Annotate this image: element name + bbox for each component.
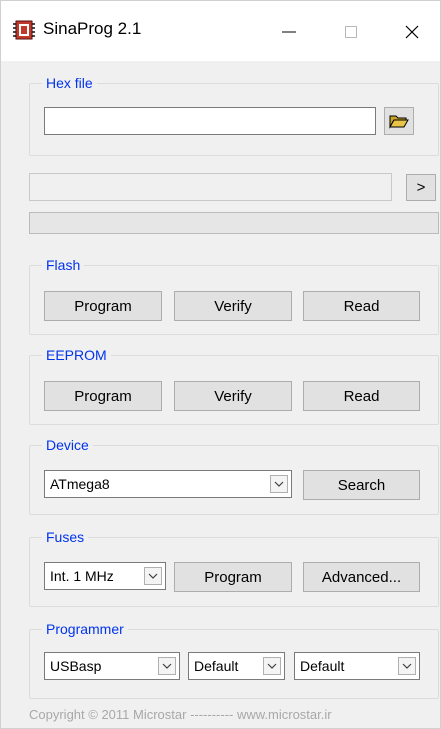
port-select[interactable]: Default [188, 652, 285, 680]
chip-icon [13, 20, 35, 40]
programmer-group: Programmer USBasp Default Default [29, 620, 439, 699]
fuses-clock-value: Int. 1 MHz [50, 568, 114, 584]
eeprom-group: EEPROM Program Verify Read [29, 346, 439, 425]
maximize-button[interactable] [328, 9, 374, 55]
command-input[interactable] [29, 173, 392, 201]
chevron-down-icon[interactable] [144, 567, 162, 585]
programmer-legend: Programmer [42, 620, 128, 638]
title-bar[interactable]: SinaProg 2.1 [1, 1, 440, 61]
flash-verify-button[interactable]: Verify [174, 291, 292, 321]
fuses-program-button[interactable]: Program [174, 562, 292, 592]
flash-read-button[interactable]: Read [303, 291, 420, 321]
device-search-button[interactable]: Search [303, 470, 420, 500]
eeprom-read-button[interactable]: Read [303, 381, 420, 411]
chevron-down-icon[interactable] [263, 657, 281, 675]
flash-group: Flash Program Verify Read [29, 256, 439, 335]
device-select-value: ATmega8 [50, 476, 110, 492]
minimize-button[interactable] [266, 9, 312, 55]
progress-bar [29, 212, 439, 234]
browse-button[interactable] [384, 107, 414, 135]
close-icon [405, 25, 419, 39]
chevron-down-icon[interactable] [158, 657, 176, 675]
speed-select-value: Default [300, 658, 345, 674]
fuses-advanced-button[interactable]: Advanced... [303, 562, 420, 592]
device-group: Device ATmega8 Search [29, 436, 439, 515]
chevron-down-icon[interactable] [270, 475, 288, 493]
eeprom-verify-button[interactable]: Verify [174, 381, 292, 411]
copyright-footer: Copyright © 2011 Microstar ---------- ww… [29, 707, 332, 722]
device-legend: Device [42, 436, 93, 454]
hex-file-path-input[interactable] [44, 107, 376, 135]
fuses-clock-select[interactable]: Int. 1 MHz [44, 562, 166, 590]
programmer-select[interactable]: USBasp [44, 652, 180, 680]
fuses-legend: Fuses [42, 528, 89, 546]
programmer-select-value: USBasp [50, 658, 102, 674]
speed-select[interactable]: Default [294, 652, 420, 680]
eeprom-legend: EEPROM [42, 346, 111, 364]
hex-file-legend: Hex file [42, 74, 97, 92]
flash-legend: Flash [42, 256, 85, 274]
fuses-group: Fuses Int. 1 MHz Program Advanced... [29, 528, 439, 607]
hex-file-group: Hex file [29, 74, 439, 156]
eeprom-program-button[interactable]: Program [44, 381, 162, 411]
close-button[interactable] [389, 9, 435, 55]
flash-program-button[interactable]: Program [44, 291, 162, 321]
port-select-value: Default [194, 658, 239, 674]
chevron-down-icon[interactable] [398, 657, 416, 675]
maximize-icon [345, 26, 357, 38]
folder-open-icon [389, 115, 409, 129]
app-window: SinaProg 2.1 Hex file > Flash Program Ve… [0, 0, 441, 729]
device-select[interactable]: ATmega8 [44, 470, 292, 498]
minimize-icon [282, 31, 296, 33]
send-command-button[interactable]: > [406, 174, 436, 201]
window-title: SinaProg 2.1 [43, 19, 142, 38]
